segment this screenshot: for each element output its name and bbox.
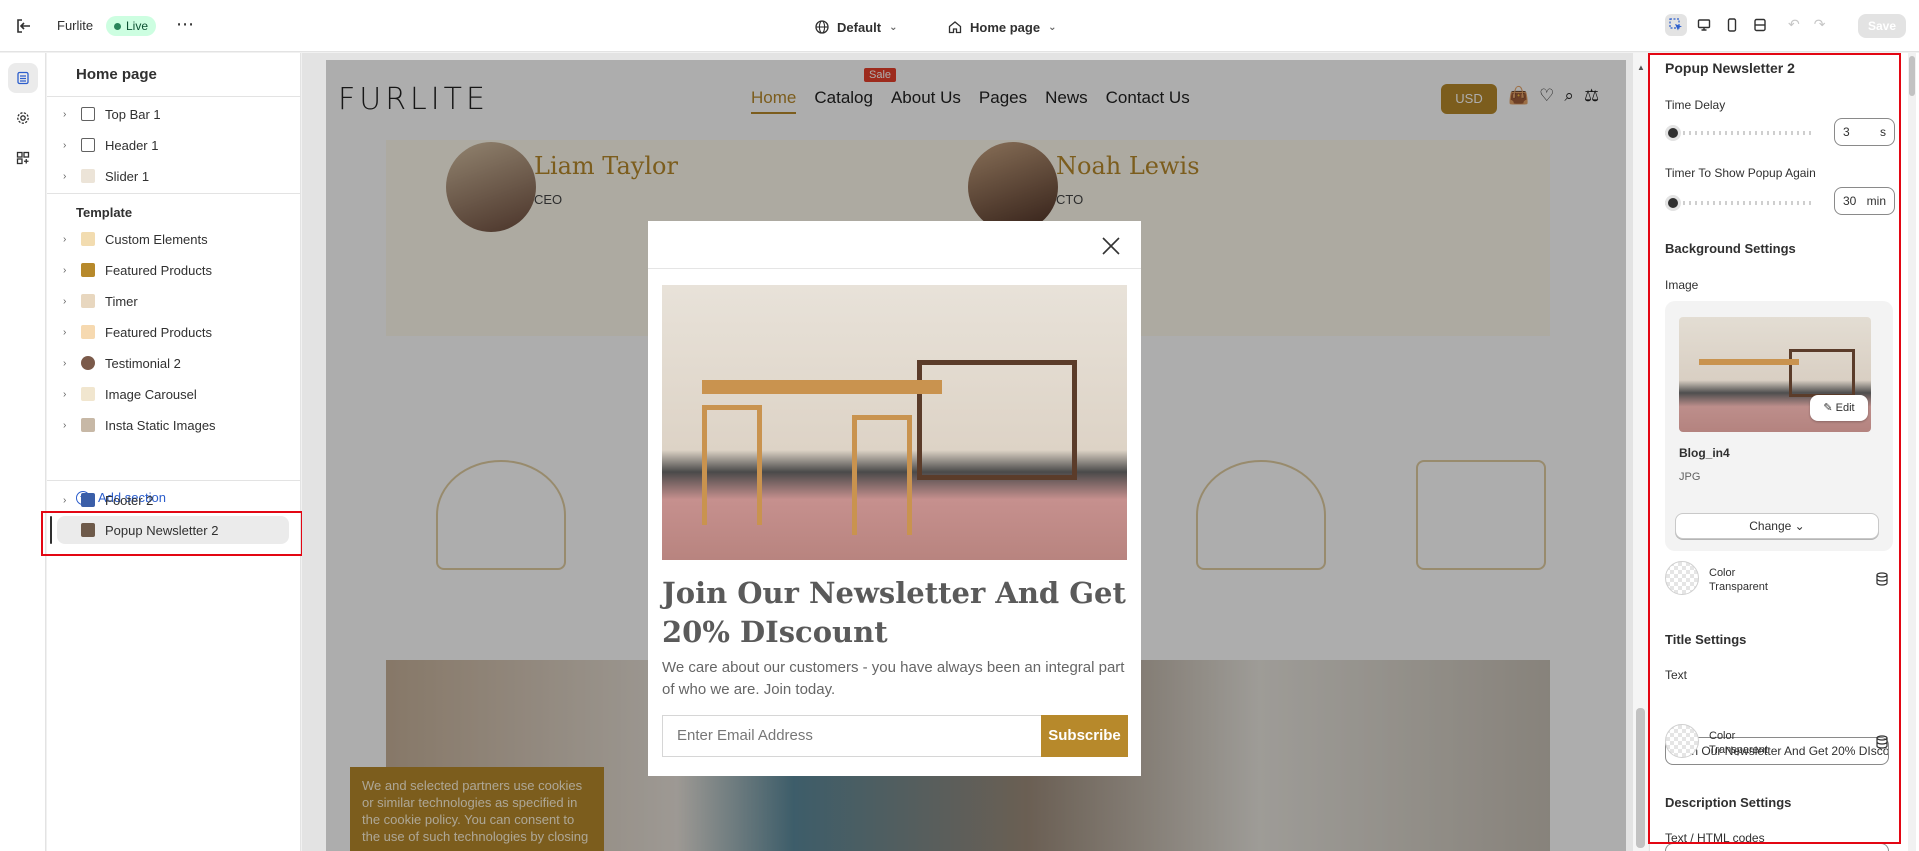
email-field[interactable]: Enter Email Address — [662, 715, 1042, 757]
theme-selector-label: Default — [837, 19, 882, 35]
undo-icon[interactable]: ↶ — [1788, 16, 1800, 33]
chevron-right-icon[interactable]: › — [63, 265, 77, 276]
mobile-icon[interactable] — [1721, 14, 1743, 36]
sidebar-item-label: Timer — [105, 293, 138, 309]
desktop-icon[interactable] — [1693, 14, 1715, 36]
chevron-right-icon[interactable]: › — [63, 140, 77, 151]
section-thumbnail-icon — [81, 418, 95, 432]
divider — [47, 96, 301, 97]
image-shape — [852, 415, 912, 535]
sidebar-item-featured-products[interactable]: › Featured Products — [57, 256, 289, 284]
exit-icon[interactable] — [14, 16, 34, 36]
popup-headline: Join Our Newsletter And Get 20% DIscount — [662, 576, 1126, 649]
scrollbar-thumb[interactable] — [1636, 708, 1645, 848]
page-selector-label: Home page — [970, 19, 1041, 35]
section-thumbnail-icon — [81, 493, 95, 507]
sidebar-item-label: Image Carousel — [105, 386, 197, 402]
divider — [648, 268, 1141, 269]
page-selector[interactable]: Home page ⌄ — [948, 17, 1056, 37]
sidebar-item-label: Slider 1 — [105, 168, 150, 184]
preview-area: FURLITE Home Catalog About Us Pages News… — [302, 53, 1648, 851]
chevron-down-icon: ⌄ — [889, 21, 898, 33]
subscribe-button[interactable]: Subscribe — [1041, 715, 1128, 757]
redo-icon[interactable]: ↷ — [1814, 16, 1826, 33]
sections-sidebar: Home page › Top Bar 1 › Header 1 › Slide… — [47, 53, 301, 851]
storefront-preview[interactable]: FURLITE Home Catalog About Us Pages News… — [326, 60, 1626, 851]
divider — [47, 480, 301, 481]
top-bar: Furlite Live ⋯ Default ⌄ Home page ⌄ ↶ ↷… — [0, 0, 1919, 52]
save-button[interactable]: Save — [1858, 14, 1906, 38]
preview-scrollbar[interactable]: ▲ — [1633, 53, 1648, 851]
sidebar-item-slider[interactable]: › Slider 1 — [57, 162, 289, 190]
newsletter-popup: Join Our Newsletter And Get 20% DIscount… — [648, 221, 1141, 776]
close-icon[interactable] — [1100, 235, 1122, 257]
sidebar-item-label: Featured Products — [105, 324, 212, 340]
settings-scrollbar[interactable] — [1908, 53, 1916, 851]
inspector-cursor-icon[interactable] — [1665, 14, 1687, 36]
theme-settings-gear-icon[interactable] — [8, 103, 38, 133]
chevron-right-icon[interactable]: › — [63, 109, 77, 120]
sidebar-item-custom-elements[interactable]: › Custom Elements — [57, 225, 289, 253]
section-thumbnail-icon — [81, 387, 95, 401]
app-embeds-icon[interactable] — [8, 143, 38, 173]
template-group-label: Template — [76, 205, 133, 220]
sidebar-item-label: Header 1 — [105, 137, 159, 153]
html-codes-field[interactable] — [1665, 843, 1889, 851]
sidebar-item-label: Footer 2 — [105, 492, 154, 508]
sidebar-item-label: Insta Static Images — [105, 417, 216, 433]
divider — [47, 193, 301, 194]
sidebar-item-footer[interactable]: › Footer 2 — [57, 486, 289, 514]
more-actions-icon[interactable]: ⋯ — [174, 15, 196, 37]
sections-icon[interactable] — [8, 63, 38, 93]
chevron-right-icon[interactable]: › — [63, 234, 77, 245]
theme-selector[interactable]: Default ⌄ — [815, 17, 897, 37]
sidebar-item-label: Custom Elements — [105, 231, 208, 247]
sidebar-title: Home page — [76, 66, 157, 83]
section-thumbnail-icon — [81, 232, 95, 246]
chevron-right-icon[interactable]: › — [63, 495, 77, 506]
sidebar-item-image-carousel[interactable]: › Image Carousel — [57, 380, 289, 408]
section-thumbnail-icon — [81, 294, 95, 308]
scrollbar-thumb[interactable] — [1909, 56, 1915, 96]
section-thumbnail-icon — [81, 356, 95, 370]
globe-icon — [815, 20, 829, 34]
image-shape — [917, 360, 1077, 480]
chevron-right-icon[interactable]: › — [63, 327, 77, 338]
sidebar-item-label: Featured Products — [105, 262, 212, 278]
sidebar-item-header[interactable]: › Header 1 — [57, 131, 289, 159]
section-layout-icon — [81, 107, 95, 121]
section-thumbnail-icon — [81, 325, 95, 339]
preview-mode-group — [1665, 14, 1771, 36]
home-icon — [948, 21, 962, 34]
history-controls: ↶ ↷ — [1788, 16, 1825, 33]
sidebar-item-label: Top Bar 1 — [105, 106, 161, 122]
scroll-up-arrow-icon[interactable]: ▲ — [1637, 63, 1645, 72]
sidebar-item-insta-static-images[interactable]: › Insta Static Images — [57, 411, 289, 439]
live-status-badge: Live — [106, 16, 157, 36]
popup-image — [662, 285, 1127, 560]
slider-thumbnail-icon — [81, 169, 95, 183]
chevron-right-icon[interactable]: › — [63, 420, 77, 431]
image-shape — [702, 380, 942, 394]
chevron-down-icon: ⌄ — [1048, 21, 1057, 33]
highlight-box-selected-section — [41, 511, 303, 556]
section-thumbnail-icon — [81, 263, 95, 277]
store-name: Furlite — [57, 18, 94, 33]
sidebar-item-label: Testimonial 2 — [105, 355, 181, 371]
image-shape — [702, 405, 762, 525]
sidebar-item-top-bar[interactable]: › Top Bar 1 — [57, 100, 289, 128]
chevron-right-icon[interactable]: › — [63, 171, 77, 182]
chevron-right-icon[interactable]: › — [63, 389, 77, 400]
full-width-icon[interactable] — [1749, 14, 1771, 36]
section-layout-icon — [81, 138, 95, 152]
chevron-right-icon[interactable]: › — [63, 358, 77, 369]
highlight-box-settings-panel — [1648, 53, 1901, 844]
editor-icon-rail — [0, 53, 46, 851]
chevron-right-icon[interactable]: › — [63, 296, 77, 307]
popup-description: We care about our customers - you have a… — [662, 659, 1125, 698]
sidebar-item-timer[interactable]: › Timer — [57, 287, 289, 315]
sidebar-item-featured-products-2[interactable]: › Featured Products — [57, 318, 289, 346]
sidebar-item-testimonial[interactable]: › Testimonial 2 — [57, 349, 289, 377]
